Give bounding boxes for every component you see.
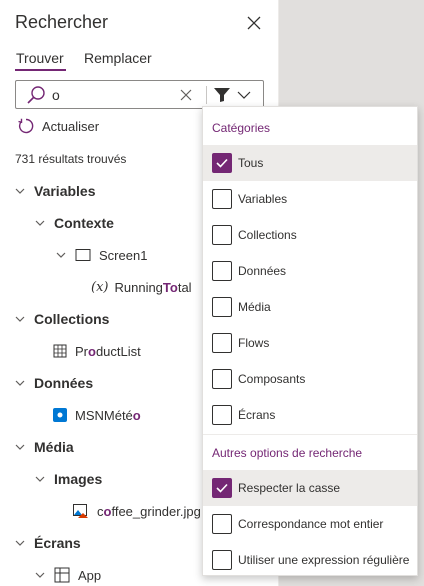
table-icon: [53, 344, 67, 358]
filter-icon: [214, 88, 230, 102]
option-label: Flows: [238, 336, 270, 350]
variable-icon: (𝑥): [91, 279, 109, 295]
option-respecter-casse[interactable]: Respecter la casse: [203, 470, 417, 506]
clear-search-icon[interactable]: [178, 87, 194, 103]
tree-label: Contexte: [54, 215, 114, 231]
screen-icon: [75, 249, 91, 261]
option-label: Utiliser une expression régulière: [238, 553, 410, 567]
option-label: Média: [238, 300, 271, 314]
checkbox-checked[interactable]: [212, 153, 232, 173]
tree-group-images[interactable]: Images: [34, 468, 102, 490]
tree-group-donnees[interactable]: Données: [14, 372, 93, 394]
close-icon: [247, 16, 261, 30]
tree-label: MSNMétéo: [75, 407, 141, 423]
tree-item-productlist[interactable]: ProductList: [53, 340, 141, 362]
tab-trouver[interactable]: Trouver: [16, 50, 64, 66]
chevron-down-icon: [35, 572, 45, 578]
option-label: Correspondance mot entier: [238, 517, 384, 531]
tree-group-ecrans[interactable]: Écrans: [14, 532, 81, 554]
weather-connector-icon: [53, 408, 67, 422]
category-option-variables[interactable]: Variables: [203, 181, 417, 217]
option-label: Données: [238, 264, 287, 278]
tree-group-media[interactable]: Média: [14, 436, 74, 458]
tree-item-msnmeteo[interactable]: MSNMétéo: [53, 404, 141, 426]
tab-remplacer[interactable]: Remplacer: [84, 50, 152, 66]
tree-label: Données: [34, 375, 94, 391]
refresh-icon: [18, 118, 34, 134]
category-option-composants[interactable]: Composants: [203, 361, 417, 397]
tree-label: ProductList: [75, 343, 141, 359]
tree-group-collections[interactable]: Collections: [14, 308, 109, 330]
checkbox[interactable]: [212, 405, 232, 425]
checkbox[interactable]: [212, 297, 232, 317]
checkmark-icon: [216, 483, 228, 493]
tree-label: coffee_grinder.jpg: [97, 503, 201, 519]
tree-group-contexte[interactable]: Contexte: [34, 212, 114, 234]
option-label: Composants: [238, 372, 306, 386]
category-option-donnees[interactable]: Données: [203, 253, 417, 289]
chevron-down-icon: [15, 380, 25, 386]
chevron-down-icon: [15, 316, 25, 322]
checkbox[interactable]: [212, 189, 232, 209]
tree-label: Screen1: [99, 247, 148, 263]
menu-divider: [203, 434, 417, 435]
tree-label: Écrans: [34, 535, 81, 551]
checkbox-checked[interactable]: [212, 478, 232, 498]
chevron-down-icon: [35, 220, 45, 226]
option-label: Respecter la casse: [238, 481, 341, 495]
categories-header: Catégories: [212, 121, 271, 135]
checkmark-icon: [216, 158, 228, 168]
chevron-down-icon: [237, 91, 251, 99]
tree-label: Images: [54, 471, 103, 487]
tree-label: Média: [34, 439, 74, 455]
checkbox[interactable]: [212, 333, 232, 353]
search-icon: [27, 86, 45, 104]
chevron-down-icon: [15, 188, 25, 194]
refresh-label: Actualiser: [42, 118, 100, 134]
tree-item-runningtotal[interactable]: (𝑥) RunningTotal: [91, 276, 192, 298]
tree-label: Variables: [34, 183, 96, 199]
refresh-button[interactable]: Actualiser: [17, 116, 99, 136]
tree-label: RunningTotal: [114, 279, 192, 295]
filter-button[interactable]: [205, 83, 265, 107]
checkbox[interactable]: [212, 261, 232, 281]
tree-item-screen1[interactable]: Screen1: [55, 244, 147, 266]
chevron-down-icon: [35, 476, 45, 482]
chevron-down-icon: [15, 444, 25, 450]
category-option-flows[interactable]: Flows: [203, 325, 417, 361]
option-label: Écrans: [238, 408, 276, 422]
panel-title: Rechercher: [15, 12, 109, 32]
option-label: Variables: [238, 192, 288, 206]
tree-item-coffee-grinder[interactable]: coffee_grinder.jpg: [73, 500, 201, 522]
app-icon: [54, 567, 70, 583]
active-tab-indicator: [15, 69, 66, 71]
chevron-down-icon: [56, 252, 66, 258]
filter-dropdown-menu: Catégories Tous Variables Collections Do…: [202, 106, 418, 576]
tree-group-variables[interactable]: Variables: [14, 180, 96, 202]
option-label: Tous: [238, 156, 264, 170]
checkbox[interactable]: [212, 225, 232, 245]
search-input[interactable]: [52, 85, 172, 105]
chevron-down-icon: [15, 540, 25, 546]
tree-label: App: [78, 567, 102, 583]
close-button[interactable]: [245, 14, 263, 32]
category-option-tous[interactable]: Tous: [203, 145, 417, 181]
option-label: Collections: [238, 228, 297, 242]
category-option-ecrans[interactable]: Écrans: [203, 397, 417, 433]
checkbox[interactable]: [212, 550, 232, 570]
checkbox[interactable]: [212, 369, 232, 389]
tree-item-app[interactable]: App: [34, 564, 101, 586]
tree-label: Collections: [34, 311, 110, 327]
image-file-icon: [73, 503, 88, 518]
option-mot-entier[interactable]: Correspondance mot entier: [203, 506, 417, 542]
checkbox[interactable]: [212, 514, 232, 534]
category-option-media[interactable]: Média: [203, 289, 417, 325]
category-option-collections[interactable]: Collections: [203, 217, 417, 253]
options-header: Autres options de recherche: [212, 446, 363, 460]
results-count: 731 résultats trouvés: [15, 152, 127, 166]
option-expression-reguliere[interactable]: Utiliser une expression régulière: [203, 542, 417, 578]
